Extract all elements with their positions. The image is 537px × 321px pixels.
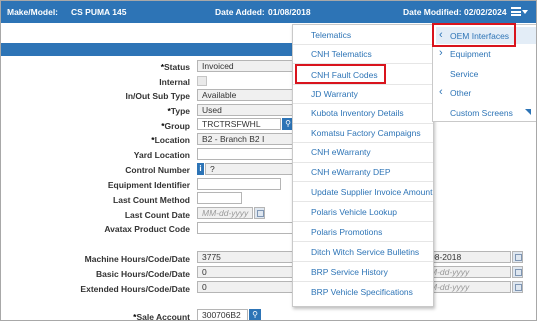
- nav-custom-screens[interactable]: Custom Screens: [450, 108, 513, 118]
- last-count-method-label: Last Count Method: [113, 195, 190, 205]
- menu-item-kubota-inventory[interactable]: Kubota Inventory Details: [311, 108, 404, 118]
- date-added-value: 01/08/2018: [268, 7, 311, 17]
- menu-item-cnh-ewarranty-dep[interactable]: CNH eWarranty DEP: [311, 167, 391, 177]
- menu-item-komatsu-campaigns[interactable]: Komatsu Factory Campaigns: [311, 128, 421, 138]
- menu-item-cnh-ewarranty[interactable]: CNH eWarranty: [311, 147, 371, 157]
- yard-location-field[interactable]: [197, 148, 293, 160]
- menu-divider: [293, 84, 433, 85]
- basic-hours-field[interactable]: 0: [197, 266, 293, 278]
- menu-item-polaris-vehicle-lookup[interactable]: Polaris Vehicle Lookup: [311, 207, 397, 217]
- date-added-label: Date Added:: [215, 7, 265, 17]
- menu-divider: [293, 201, 433, 202]
- calendar-icon[interactable]: [254, 207, 265, 219]
- calendar-icon[interactable]: [512, 281, 523, 293]
- last-count-date-label: Last Count Date: [124, 210, 190, 220]
- machine-hours-label: Machine Hours/Code/Date: [84, 254, 190, 264]
- last-count-method-field[interactable]: [197, 192, 242, 204]
- location-label: *Location: [151, 135, 190, 145]
- equipment-window: Make/Model: CS PUMA 145 Date Added: 01/0…: [0, 0, 537, 321]
- chevron-right-icon[interactable]: ›: [439, 48, 443, 59]
- group-field[interactable]: TRCTRSFWHL: [197, 118, 281, 130]
- menu-item-jd-warranty[interactable]: JD Warranty: [311, 89, 358, 99]
- make-model-value: CS PUMA 145: [71, 7, 127, 17]
- nav-other[interactable]: Other: [450, 88, 471, 98]
- menu-item-brp-service-history[interactable]: BRP Service History: [311, 267, 388, 277]
- avatax-product-code-label: Avatax Product Code: [104, 224, 190, 234]
- menu-divider: [293, 44, 433, 45]
- menu-divider: [293, 261, 433, 262]
- menu-divider: [293, 221, 433, 222]
- menu-item-brp-vehicle-specs[interactable]: BRP Vehicle Specifications: [311, 287, 413, 297]
- last-count-date-field[interactable]: MM-dd-yyyy: [197, 207, 253, 219]
- basic-hours-label: Basic Hours/Code/Date: [96, 269, 190, 279]
- menu-divider: [293, 123, 433, 124]
- make-model-label: Make/Model:: [7, 7, 59, 17]
- oem-interfaces-highlight-box: [432, 23, 516, 47]
- sale-account-field[interactable]: 300706B2: [197, 309, 248, 320]
- nav-service[interactable]: Service: [450, 69, 478, 79]
- date-modified-value: 02/02/2024: [464, 7, 507, 17]
- equipment-identifier-label: Equipment Identifier: [107, 180, 190, 190]
- machine-hours-field[interactable]: 3775: [197, 251, 293, 263]
- control-number-field[interactable]: ?: [205, 163, 293, 175]
- hamburger-icon[interactable]: [511, 7, 521, 16]
- chevron-left-icon[interactable]: ‹: [439, 87, 443, 98]
- menu-item-polaris-promotions[interactable]: Polaris Promotions: [311, 227, 382, 237]
- menu-divider: [293, 142, 433, 143]
- menu-item-telematics[interactable]: Telematics: [311, 30, 351, 40]
- sale-account-label: *Sale Account: [133, 312, 190, 321]
- equipment-identifier-field[interactable]: [197, 178, 281, 190]
- extended-hours-date-field[interactable]: M-dd-yyyy: [425, 281, 511, 293]
- cnh-fault-codes-highlight-box: [295, 64, 386, 84]
- menu-divider: [293, 181, 433, 182]
- info-button[interactable]: i: [197, 163, 204, 175]
- corner-triangle-icon: [525, 109, 531, 115]
- status-label: *Status: [160, 62, 190, 72]
- menu-item-update-supplier-invoice[interactable]: Update Supplier Invoice Amount: [311, 187, 432, 197]
- menu-divider: [293, 281, 433, 282]
- sub-type-field[interactable]: Available: [197, 89, 293, 101]
- menu-divider: [293, 162, 433, 163]
- calendar-icon[interactable]: [512, 251, 523, 263]
- avatax-product-code-field[interactable]: [197, 222, 293, 234]
- status-field[interactable]: Invoiced: [197, 60, 293, 72]
- machine-hours-date-field[interactable]: 08-2018: [425, 251, 511, 263]
- internal-label: Internal: [159, 77, 190, 87]
- menu-divider: [293, 241, 433, 242]
- calendar-icon[interactable]: [512, 266, 523, 278]
- location-field[interactable]: B2 - Branch B2 I: [197, 133, 293, 145]
- menu-item-cnh-telematics[interactable]: CNH Telematics: [311, 49, 372, 59]
- sub-type-label: In/Out Sub Type: [125, 91, 190, 101]
- basic-hours-date-field[interactable]: M-dd-yyyy: [425, 266, 511, 278]
- menu-divider: [293, 103, 433, 104]
- sale-account-search-icon[interactable]: ⚲: [249, 309, 261, 320]
- header-bar: Make/Model: CS PUMA 145 Date Added: 01/0…: [1, 1, 536, 23]
- extended-hours-label: Extended Hours/Code/Date: [80, 284, 190, 294]
- caret-down-icon[interactable]: [522, 10, 528, 14]
- type-label: *Type: [167, 106, 190, 116]
- internal-checkbox[interactable]: [197, 76, 207, 86]
- control-number-label: Control Number: [125, 165, 190, 175]
- date-modified-label: Date Modified:: [403, 7, 462, 17]
- yard-location-label: Yard Location: [133, 150, 190, 160]
- nav-equipment[interactable]: Equipment: [450, 49, 491, 59]
- type-field[interactable]: Used: [197, 104, 293, 116]
- menu-item-ditch-witch-bulletins[interactable]: Ditch Witch Service Bulletins: [311, 247, 419, 257]
- extended-hours-field[interactable]: 0: [197, 281, 293, 293]
- group-label: *Group: [161, 121, 190, 131]
